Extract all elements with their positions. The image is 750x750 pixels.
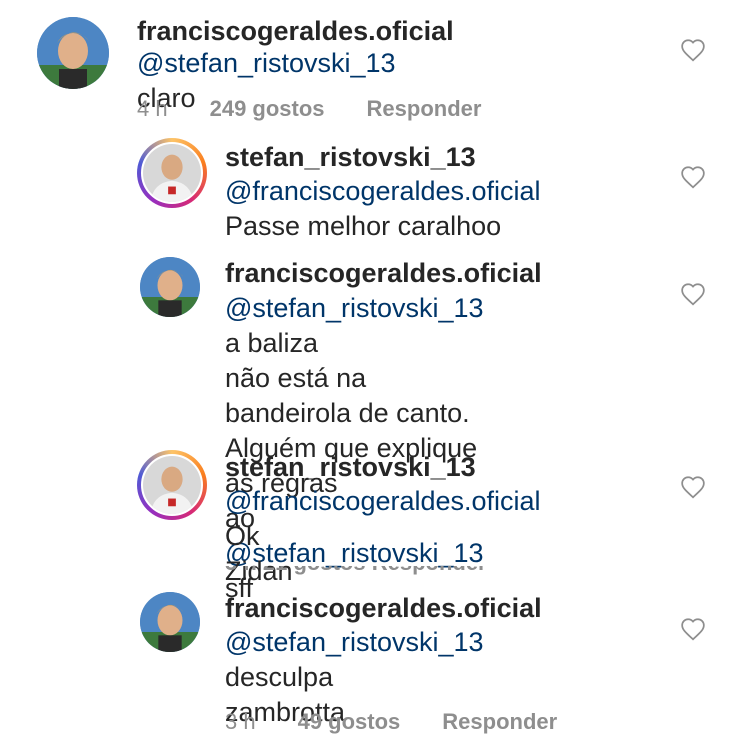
comment-username[interactable]: franciscogeraldes.oficial [225,593,542,624]
mention-link[interactable]: @franciscogeraldes.oficial [225,486,541,516]
comment-time: 3 h [225,709,256,734]
mention-link[interactable]: @stefan_ristovski_13 [225,627,484,657]
heart-outline-icon[interactable] [680,282,706,306]
likes-count[interactable]: 49 gostos [298,709,401,734]
likes-count[interactable]: 249 gostos [210,96,325,121]
mention-link[interactable]: @franciscogeraldes.oficial [225,176,541,206]
profile-photo-francisco [140,592,200,652]
avatar[interactable] [140,592,200,652]
heart-outline-icon[interactable] [680,38,706,62]
avatar[interactable] [137,450,207,520]
heart-outline-icon[interactable] [680,165,706,189]
heart-outline-icon[interactable] [680,617,706,641]
mention-link[interactable]: @stefan_ristovski_13 [225,293,484,323]
avatar[interactable] [140,257,200,317]
comment-time: 4 h [137,96,168,121]
comment-username[interactable]: franciscogeraldes.oficial [225,258,542,289]
comment-username[interactable]: franciscogeraldes.oficial [137,16,454,47]
comment-meta: 4 h 249 gostos Responder [137,96,523,122]
comment-text: @franciscogeraldes.oficial Passe melhor … [225,176,541,241]
avatar[interactable] [37,17,109,89]
heart-outline-icon[interactable] [680,475,706,499]
comment-meta-clipped: 3 h 21 gostos Responder [225,566,555,576]
avatar[interactable] [137,138,207,208]
reply-button[interactable]: Responder [367,96,482,121]
mention-link[interactable]: @stefan_ristovski_13 [137,48,396,78]
profile-photo-stefan-story-ring [143,456,201,514]
profile-photo-stefan-story-ring [143,144,201,202]
comment-username[interactable]: stefan_ristovski_13 [225,452,476,483]
comment-meta: 3 h 49 gostos Responder [225,709,599,735]
comment-username[interactable]: stefan_ristovski_13 [225,142,476,173]
reply-button[interactable]: Responder [442,709,557,734]
profile-photo-francisco [37,17,109,89]
profile-photo-francisco [140,257,200,317]
